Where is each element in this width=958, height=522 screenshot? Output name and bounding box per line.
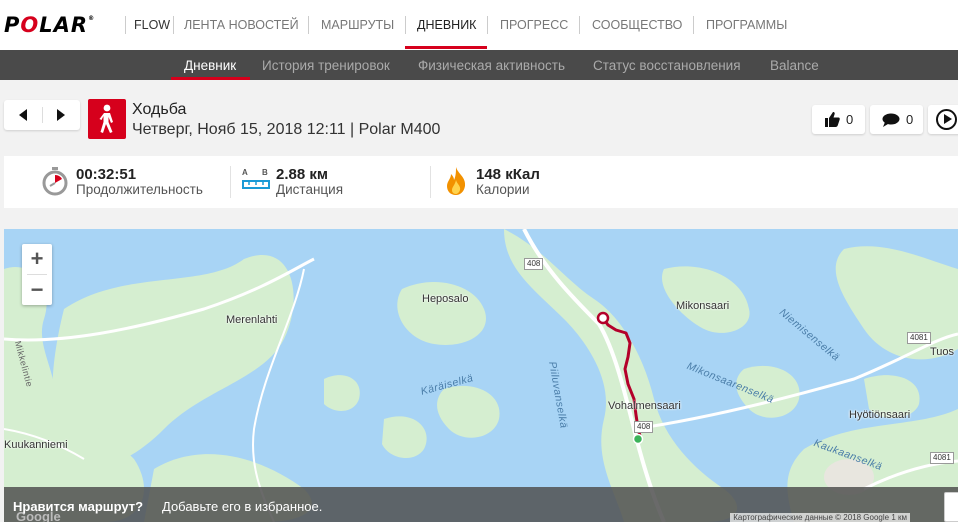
walking-person-icon — [88, 99, 126, 139]
session-subtitle: Четверг, Нояб 15, 2018 12:11 | Polar M40… — [132, 121, 441, 138]
distance-ruler-icon: A B — [242, 168, 270, 194]
subnav-physical-activity[interactable]: Физическая активность — [418, 58, 565, 73]
nav-community[interactable]: СООБЩЕСТВО — [592, 18, 682, 32]
flame-icon — [447, 167, 466, 195]
map-place-label: Tuos — [930, 346, 955, 358]
nav-progress[interactable]: ПРОГРЕСС — [500, 18, 568, 32]
stopwatch-icon — [42, 167, 68, 196]
subnav-recovery-status[interactable]: Статус восстановления — [593, 58, 741, 73]
nav-feed[interactable]: ЛЕНТА НОВОСТЕЙ — [184, 18, 299, 32]
distance-point-b: B — [262, 168, 268, 177]
map-place-label: Kuukanniemi — [4, 439, 68, 451]
comment-count: 0 — [906, 112, 914, 127]
session-stats-bar: 00:32:51 Продолжительность A B 2.88 км Д… — [4, 156, 958, 208]
zoom-out-button[interactable]: − — [22, 275, 52, 305]
stat-distance: A B 2.88 км Дистанция — [242, 156, 432, 208]
active-nav-indicator — [405, 46, 487, 49]
distance-value: 2.88 км — [276, 166, 328, 183]
road-shield: 408 — [634, 421, 654, 433]
nav-divider — [579, 16, 580, 34]
logo-letter: O — [20, 13, 40, 37]
nav-divider — [693, 16, 694, 34]
duration-label: Продолжительность — [76, 182, 203, 197]
nav-divider — [308, 16, 309, 34]
replay-route-button[interactable] — [928, 105, 958, 134]
route-map[interactable]: + − Heposalo Merenlahti Mikonsaari Vohal… — [4, 229, 958, 522]
logo-letter: R — [70, 13, 89, 37]
distance-point-a: A — [242, 168, 248, 177]
subnav-training-history[interactable]: История тренировок — [262, 58, 390, 73]
arrow-right-icon — [57, 109, 65, 121]
nav-divider — [487, 16, 488, 34]
arrow-left-icon — [19, 109, 27, 121]
subnav-balance[interactable]: Balance — [770, 58, 819, 73]
flow-product-label[interactable]: FLOW — [134, 18, 170, 32]
stat-duration: 00:32:51 Продолжительность — [40, 156, 240, 208]
top-navigation: POLAR® FLOW ЛЕНТА НОВОСТЕЙ МАРШРУТЫ ДНЕВ… — [0, 0, 958, 50]
nav-divider — [405, 16, 406, 34]
subnav-diary[interactable]: Дневник — [184, 58, 236, 73]
map-options-button[interactable] — [944, 492, 958, 522]
sub-navigation: Дневник История тренировок Физическая ак… — [0, 50, 958, 80]
add-to-favorites-link[interactable]: Добавьте его в избранное. — [162, 499, 322, 514]
road-shield: 4081 — [907, 332, 931, 344]
polar-logo[interactable]: POLAR® — [4, 13, 95, 37]
comment-bubble-icon — [882, 113, 900, 127]
map-place-label: Merenlahti — [226, 314, 278, 326]
nav-routes[interactable]: МАРШРУТЫ — [321, 18, 394, 32]
like-count: 0 — [846, 112, 854, 127]
stat-calories: 148 кКал Калории — [444, 156, 644, 208]
favorite-question: Нравится маршрут? — [13, 499, 144, 514]
next-session-button[interactable] — [42, 100, 80, 130]
nav-divider — [173, 16, 174, 34]
nav-diary[interactable]: ДНЕВНИК — [417, 18, 476, 32]
logo-letter: P — [4, 13, 21, 37]
map-copyright[interactable]: Картографические данные © 2018 Google 1 … — [730, 513, 910, 522]
like-button[interactable]: 0 — [812, 105, 865, 134]
stat-divider — [230, 166, 231, 198]
road-shield: 408 — [524, 258, 544, 270]
nav-programs[interactable]: ПРОГРАММЫ — [706, 18, 787, 32]
map-place-label: Mikonsaari — [676, 300, 730, 312]
favorite-route-banner: Google Нравится маршрут? Добавьте его в … — [4, 487, 958, 522]
play-icon — [936, 109, 957, 130]
calories-value: 148 кКал — [476, 166, 540, 183]
map-zoom-controls: + − — [22, 244, 52, 305]
calories-label: Калории — [476, 182, 530, 197]
session-title: Ходьба — [132, 101, 187, 118]
road-shield: 4081 — [930, 452, 954, 464]
distance-label: Дистанция — [276, 182, 344, 197]
active-subnav-indicator — [171, 77, 250, 80]
previous-session-button[interactable] — [4, 100, 42, 130]
zoom-in-button[interactable]: + — [22, 244, 52, 274]
comment-button[interactable]: 0 — [870, 105, 923, 134]
map-place-label: Hyötiönsaari — [849, 409, 911, 421]
map-place-label: Heposalo — [422, 293, 469, 305]
map-terrain — [4, 229, 958, 522]
thumbs-up-icon — [825, 112, 840, 127]
map-place-label: Vohalmensaari — [608, 400, 681, 412]
duration-value: 00:32:51 — [76, 166, 137, 183]
logo-letter: L — [39, 13, 54, 37]
nav-divider — [125, 16, 126, 34]
stat-divider — [430, 166, 431, 198]
registered-mark: ® — [88, 15, 96, 22]
session-pager — [4, 100, 80, 130]
logo-letter: A — [53, 13, 71, 37]
